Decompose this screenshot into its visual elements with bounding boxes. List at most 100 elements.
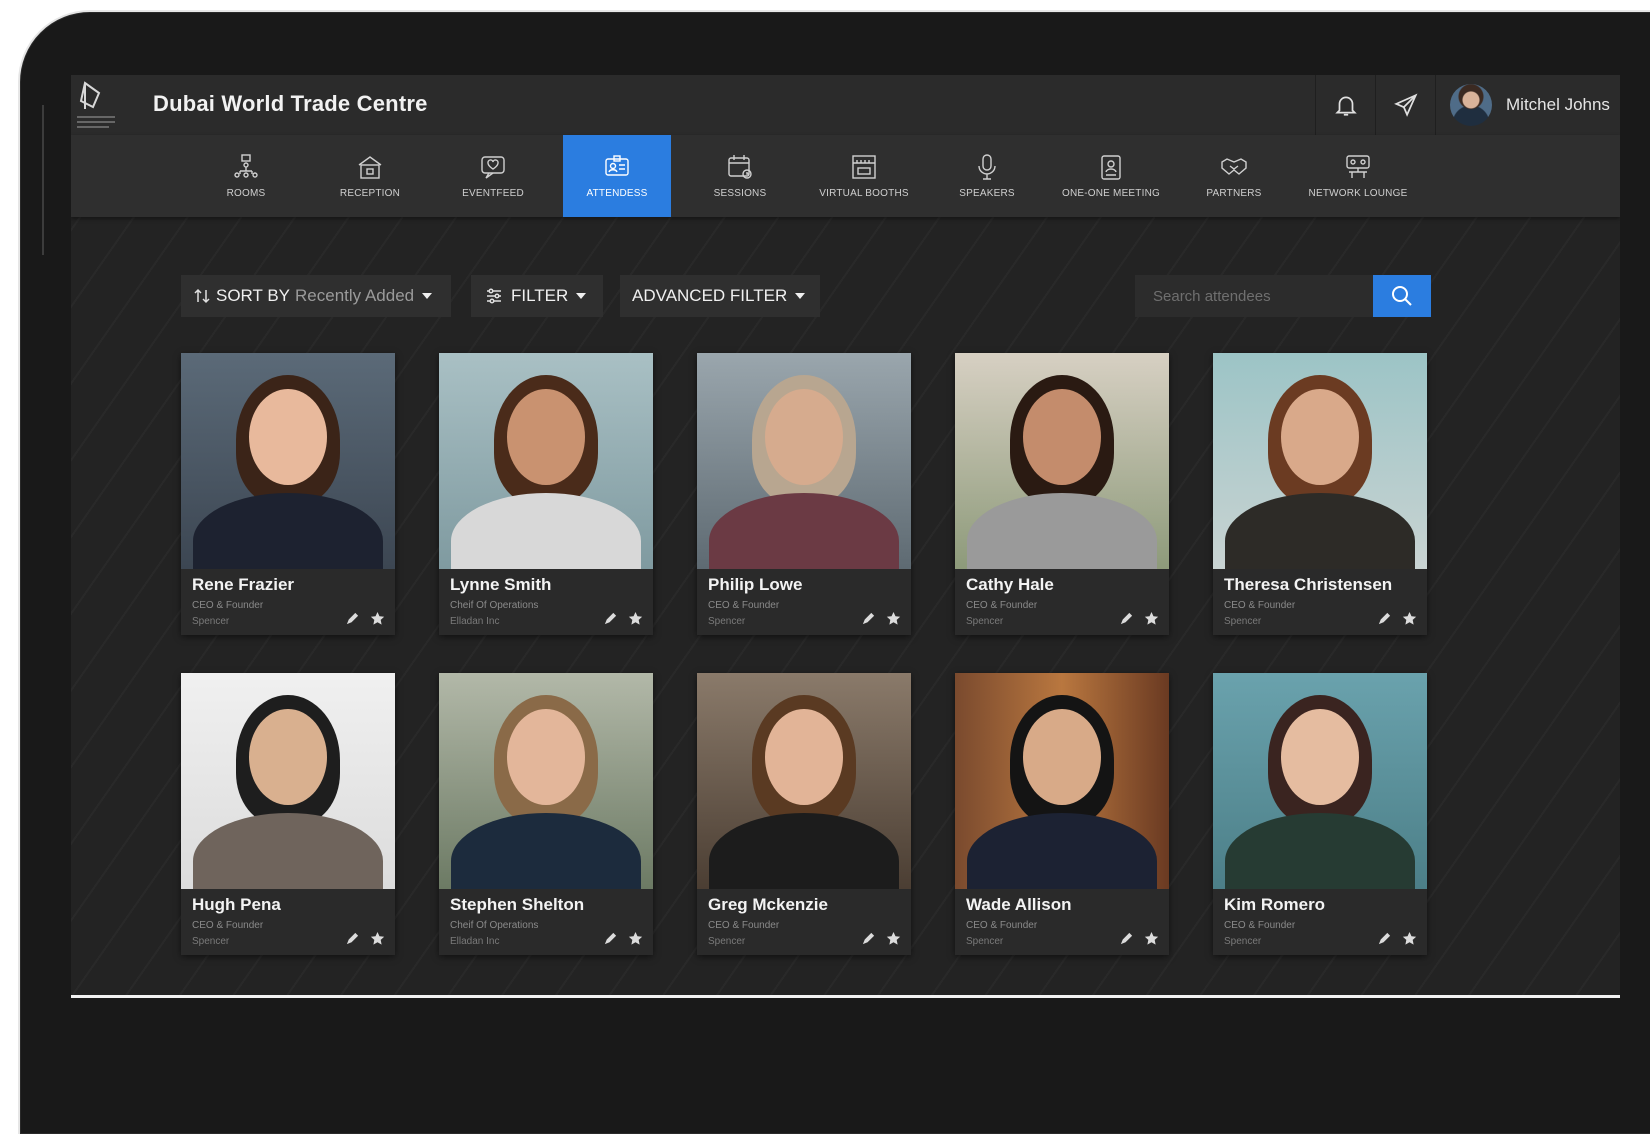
lounge-icon: [1346, 155, 1370, 178]
tab-reception[interactable]: RECEPTION: [316, 135, 424, 217]
star-icon[interactable]: [1144, 611, 1159, 626]
attendee-card[interactable]: Theresa Christensen CEO & Founder Spencer: [1213, 353, 1427, 635]
bell-icon: [1334, 96, 1357, 116]
star-icon[interactable]: [370, 611, 385, 626]
attendee-organization: Spencer: [192, 936, 230, 947]
attendee-card[interactable]: Greg Mckenzie CEO & Founder Spencer: [697, 673, 911, 955]
tab-partners-label: PARTNERS: [1206, 188, 1262, 199]
attendee-role: CEO & Founder: [192, 600, 264, 611]
attendee-toolbar: SORT BY Recently Added FILTER ADVANCED F…: [181, 275, 1431, 317]
attendee-organization: Elladan Inc: [450, 616, 500, 627]
attendee-name: Theresa Christensen: [1224, 575, 1393, 594]
notifications-button[interactable]: [1315, 75, 1375, 135]
star-icon[interactable]: [370, 931, 385, 946]
sort-label: SORT BY: [216, 286, 291, 305]
tab-sessions-label: SESSIONS: [713, 188, 767, 199]
pencil-icon[interactable]: [861, 931, 876, 946]
handshake-icon: [1221, 158, 1247, 175]
attendee-name: Greg Mckenzie: [708, 895, 828, 914]
attendee-grid: Rene Frazier CEO & Founder Spencer Lynne Sm…: [181, 353, 1431, 963]
pencil-icon[interactable]: [603, 611, 618, 626]
tab-eventfeed[interactable]: EVENTFEED: [439, 135, 547, 217]
attendee-role: CEO & Founder: [966, 920, 1038, 931]
attendee-name: Kim Romero: [1224, 895, 1326, 914]
filter-label: FILTER: [511, 286, 569, 305]
tab-rooms[interactable]: ROOMS: [192, 135, 300, 217]
sort-icon: [194, 288, 210, 304]
attendee-card[interactable]: Cathy Hale CEO & Founder Spencer: [955, 353, 1169, 635]
attendee-photo: [955, 673, 1169, 889]
advanced-filter-dropdown[interactable]: ADVANCED FILTER: [620, 275, 820, 317]
search-bar: [1135, 275, 1431, 317]
pencil-icon[interactable]: [345, 611, 360, 626]
tab-eventfeed-label: EVENTFEED: [462, 188, 524, 199]
star-icon[interactable]: [1144, 931, 1159, 946]
tab-one-one-meeting[interactable]: ONE-ONE MEETING: [1057, 135, 1165, 217]
attendee-role: CEO & Founder: [1224, 600, 1296, 611]
tab-sessions[interactable]: SESSIONS: [686, 135, 794, 217]
user-name: Mitchel Johns: [1506, 95, 1610, 114]
star-icon[interactable]: [1402, 931, 1417, 946]
search-input[interactable]: [1135, 275, 1373, 317]
chevron-down-icon: [422, 293, 433, 299]
attendee-name: Wade Allison: [966, 895, 1072, 914]
attendee-photo: [439, 673, 653, 889]
attendee-organization: Spencer: [1224, 616, 1262, 627]
advanced-filter-label: ADVANCED FILTER: [632, 286, 788, 305]
user-menu[interactable]: Mitchel Johns: [1435, 75, 1620, 135]
tab-speakers[interactable]: SPEAKERS: [933, 135, 1041, 217]
tab-partners[interactable]: PARTNERS: [1180, 135, 1288, 217]
search-button[interactable]: [1373, 275, 1431, 317]
filter-dropdown[interactable]: FILTER: [471, 275, 603, 317]
pencil-icon[interactable]: [1119, 611, 1134, 626]
app-screen: Dubai World Trade Centre Mitchel Johns R…: [71, 75, 1620, 998]
chevron-down-icon: [795, 293, 806, 299]
pencil-icon[interactable]: [861, 611, 876, 626]
pencil-icon[interactable]: [603, 931, 618, 946]
attendee-name: Philip Lowe: [708, 575, 803, 594]
attendee-role: CEO & Founder: [708, 600, 780, 611]
tab-attendees[interactable]: ATTENDESS: [563, 135, 671, 217]
attendee-name: Lynne Smith: [450, 575, 552, 594]
dwtc-logo: [71, 79, 119, 131]
attendee-photo: [697, 673, 911, 889]
tab-network-lounge[interactable]: NETWORK LOUNGE: [1304, 135, 1412, 217]
attendee-organization: Spencer: [966, 936, 1004, 947]
attendee-organization: Spencer: [708, 616, 746, 627]
star-icon[interactable]: [886, 611, 901, 626]
card-actions: [603, 611, 643, 626]
attendee-card[interactable]: Wade Allison CEO & Founder Spencer: [955, 673, 1169, 955]
attendee-card[interactable]: Lynne Smith Cheif Of Operations Elladan In…: [439, 353, 653, 635]
pencil-icon[interactable]: [1377, 931, 1392, 946]
meeting-icon: [1101, 155, 1121, 180]
send-message-button[interactable]: [1375, 75, 1435, 135]
top-actions: Mitchel Johns: [1315, 75, 1620, 135]
star-icon[interactable]: [628, 611, 643, 626]
attendee-name: Stephen Shelton: [450, 895, 585, 914]
pencil-icon[interactable]: [1119, 931, 1134, 946]
avatar: [1450, 84, 1492, 126]
attendee-card[interactable]: Hugh Pena CEO & Founder Spencer: [181, 673, 395, 955]
attendee-photo: [1213, 353, 1427, 569]
device-edge-line: [42, 105, 44, 255]
attendee-card[interactable]: Philip Lowe CEO & Founder Spencer: [697, 353, 911, 635]
attendee-organization: Spencer: [708, 936, 746, 947]
attendee-card[interactable]: Rene Frazier CEO & Founder Spencer: [181, 353, 395, 635]
attendee-photo: [697, 353, 911, 569]
rooms-icon: [234, 154, 258, 178]
attendee-photo: [181, 673, 395, 889]
star-icon[interactable]: [886, 931, 901, 946]
tab-virtual-booths-label: VIRTUAL BOOTHS: [819, 188, 909, 199]
attendee-organization: Spencer: [966, 616, 1004, 627]
star-icon[interactable]: [628, 931, 643, 946]
tab-virtual-booths[interactable]: VIRTUAL BOOTHS: [810, 135, 918, 217]
pencil-icon[interactable]: [1377, 611, 1392, 626]
sort-dropdown[interactable]: SORT BY Recently Added: [181, 275, 451, 317]
pencil-icon[interactable]: [345, 931, 360, 946]
card-actions: [1377, 611, 1417, 626]
attendee-card[interactable]: Kim Romero CEO & Founder Spencer: [1213, 673, 1427, 955]
tab-network-lounge-label: NETWORK LOUNGE: [1308, 188, 1408, 199]
attendee-photo: [955, 353, 1169, 569]
star-icon[interactable]: [1402, 611, 1417, 626]
attendee-card[interactable]: Stephen Shelton Cheif Of Operations Ellada…: [439, 673, 653, 955]
